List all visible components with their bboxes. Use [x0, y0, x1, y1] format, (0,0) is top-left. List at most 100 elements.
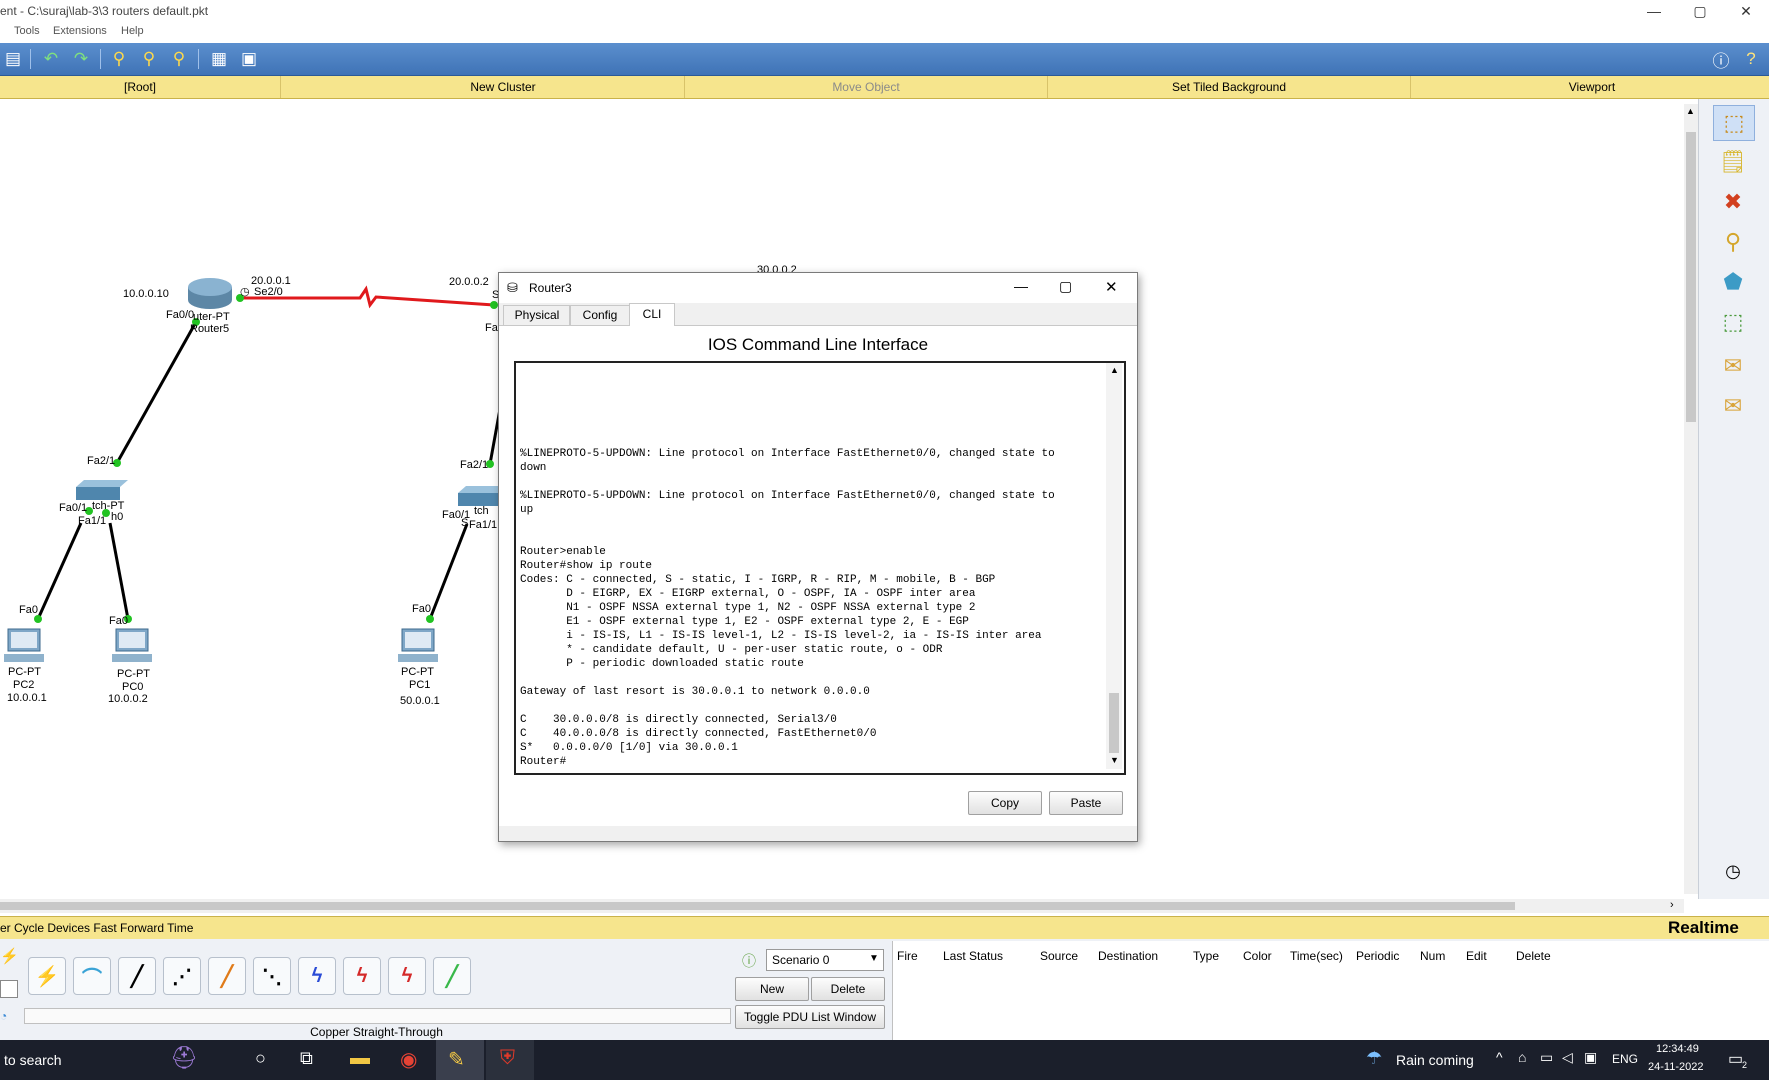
connections-category-icon[interactable]: ⚡ [0, 947, 19, 965]
menu-extensions[interactable]: Extensions [53, 25, 107, 37]
pc2-icon[interactable] [4, 628, 44, 662]
serial-dce-icon[interactable]: ϟ [343, 957, 381, 995]
volume-icon[interactable]: ◁ [1562, 1049, 1573, 1066]
scroll-right-icon[interactable]: › [1670, 899, 1674, 911]
fiber-icon[interactable]: ╱ [208, 957, 246, 995]
coaxial-cable-icon[interactable]: ϟ [298, 957, 336, 995]
dialog-minimize-button[interactable]: — [1014, 278, 1028, 294]
serial-dte-icon[interactable]: ϟ [388, 957, 426, 995]
file-explorer-icon[interactable]: ▬ [350, 1047, 370, 1070]
phone-cable-icon[interactable]: ⋱ [253, 957, 291, 995]
pc0-icon[interactable] [112, 628, 152, 662]
zoom-reset-icon[interactable]: ⚲ [136, 47, 162, 71]
set-tiled-background-button[interactable]: Set Tiled Background [1048, 76, 1411, 98]
realtime-mode-label[interactable]: Realtime [1668, 918, 1739, 938]
help-icon[interactable]: ? [1738, 47, 1764, 71]
clock-time[interactable]: 12:34:49 [1656, 1043, 1699, 1055]
switch-pc2-link[interactable] [36, 522, 83, 620]
cli-output[interactable]: %LINEPROTO-5-UPDOWN: Line protocol on In… [520, 367, 1100, 769]
menu-tools[interactable]: Tools [14, 25, 40, 37]
tab-config[interactable]: Config [569, 305, 631, 326]
add-simple-pdu-icon[interactable]: ✉ [1713, 349, 1753, 383]
dialog-maximize-button[interactable]: ▢ [1059, 278, 1072, 295]
automatic-connection-icon[interactable]: ⚡ [28, 957, 66, 995]
close-button[interactable]: ✕ [1723, 0, 1769, 22]
battery-icon[interactable]: ▣ [1584, 1049, 1597, 1066]
cli-scroll-down-icon[interactable]: ▼ [1110, 755, 1119, 765]
packet-tracer-taskbar-item[interactable]: ✎ [436, 1040, 484, 1080]
switch-left-icon[interactable] [76, 480, 128, 500]
device-category-icon[interactable]: ◔ [0, 1009, 7, 1023]
octal-cable-icon[interactable]: ╱ [433, 957, 471, 995]
new-cluster-button[interactable]: New Cluster [322, 76, 685, 98]
chevron-up-icon[interactable]: ^ [1496, 1049, 1503, 1065]
weather-icon[interactable]: ☂ [1366, 1048, 1382, 1069]
device-type-box[interactable] [0, 980, 18, 998]
weather-text[interactable]: Rain coming [1396, 1052, 1474, 1068]
zoom-in-icon[interactable]: ⚲ [106, 47, 132, 71]
activity-wizard-icon[interactable]: ▤ [0, 47, 26, 71]
scroll-up-icon[interactable]: ▲ [1686, 106, 1695, 116]
antivirus-taskbar-item[interactable]: ⛨ [486, 1040, 534, 1080]
copper-cross-over-icon[interactable]: ⋰ [163, 957, 201, 995]
cortana-icon[interactable]: ○ [255, 1048, 266, 1069]
paste-button[interactable]: Paste [1049, 791, 1123, 815]
cli-terminal[interactable]: %LINEPROTO-5-UPDOWN: Line protocol on In… [514, 361, 1126, 775]
scenario-info-icon[interactable]: ⓘ [742, 951, 756, 971]
task-view-icon[interactable]: ⧉ [300, 1048, 313, 1069]
copper-straight-through-icon[interactable]: ╱ [118, 957, 156, 995]
power-cycle-text[interactable]: er Cycle Devices Fast Forward Time [0, 921, 193, 935]
palette-icon[interactable]: ▦ [206, 47, 232, 71]
canvas-horizontal-scrollbar[interactable]: › [0, 899, 1684, 913]
minimize-button[interactable]: — [1631, 0, 1677, 22]
scenario-select[interactable]: Scenario 0 ▼ [766, 949, 884, 971]
canvas-vertical-scrollbar[interactable]: ▲ [1684, 104, 1698, 894]
router5-icon[interactable] [188, 278, 232, 309]
realtime-clock-icon[interactable]: ◷ [1713, 854, 1753, 888]
add-complex-pdu-icon[interactable]: ✉ [1713, 389, 1753, 423]
maximize-button[interactable]: ▢ [1677, 0, 1723, 22]
draw-shape-icon[interactable]: ⬟ [1713, 265, 1753, 299]
new-scenario-button[interactable]: New [735, 977, 809, 1001]
switch-pc0-link[interactable] [108, 522, 130, 620]
root-button[interactable]: [Root] [0, 76, 281, 98]
chrome-icon[interactable]: ◉ [400, 1047, 417, 1072]
copy-button[interactable]: Copy [968, 791, 1042, 815]
console-cable-icon[interactable]: ⌒ [73, 957, 111, 995]
router3-dialog: ⛁ Router3 — ▢ ✕ Physical Config CLI IOS … [498, 272, 1138, 842]
cli-scroll-thumb[interactable] [1109, 693, 1119, 753]
network-icon[interactable]: ⌂ [1518, 1049, 1526, 1065]
custom-device-icon[interactable]: ▣ [236, 47, 262, 71]
cli-scroll-up-icon[interactable]: ▲ [1110, 365, 1119, 375]
taskbar-search[interactable]: to search [4, 1052, 62, 1068]
tab-physical[interactable]: Physical [503, 305, 571, 326]
delete-scenario-button[interactable]: Delete [811, 977, 885, 1001]
move-object-button[interactable]: Move Object [685, 76, 1048, 98]
toggle-pdu-list-button[interactable]: Toggle PDU List Window [735, 1005, 885, 1029]
menu-help[interactable]: Help [121, 25, 144, 37]
delete-tool-icon[interactable]: ✖ [1713, 185, 1753, 219]
pdu-col-source: Source [1040, 949, 1079, 963]
pc1-icon[interactable] [398, 628, 438, 662]
viewport-button[interactable]: Viewport [1411, 76, 1769, 98]
display-icon[interactable]: ▭ [1540, 1049, 1553, 1066]
router-switch-link[interactable] [115, 321, 198, 464]
language-indicator[interactable]: ENG [1612, 1052, 1638, 1066]
switch-pc1-link[interactable] [428, 523, 469, 620]
device-list-scrollbar[interactable] [24, 1008, 731, 1024]
undo-icon[interactable]: ↶ [38, 47, 64, 71]
inspect-tool-icon[interactable]: ⚲ [1713, 225, 1753, 259]
info-icon[interactable]: ⓘ [1708, 47, 1734, 71]
clock-date[interactable]: 24-11-2022 [1648, 1061, 1703, 1073]
place-note-icon[interactable]: 🗒 [1713, 145, 1753, 179]
notification-icon[interactable]: ▭ [1728, 1049, 1743, 1069]
scroll-thumb[interactable] [1686, 132, 1696, 422]
select-tool-icon[interactable]: ⬚ [1713, 105, 1755, 141]
scroll-thumb[interactable] [0, 902, 1515, 910]
zoom-out-icon[interactable]: ⚲ [166, 47, 192, 71]
dialog-close-button[interactable]: ✕ [1105, 278, 1118, 296]
resize-shape-icon[interactable]: ⬚ [1713, 305, 1753, 339]
cli-scrollbar[interactable]: ▲ ▼ [1106, 363, 1122, 769]
tab-cli[interactable]: CLI [629, 303, 675, 327]
redo-icon[interactable]: ↷ [68, 47, 94, 71]
